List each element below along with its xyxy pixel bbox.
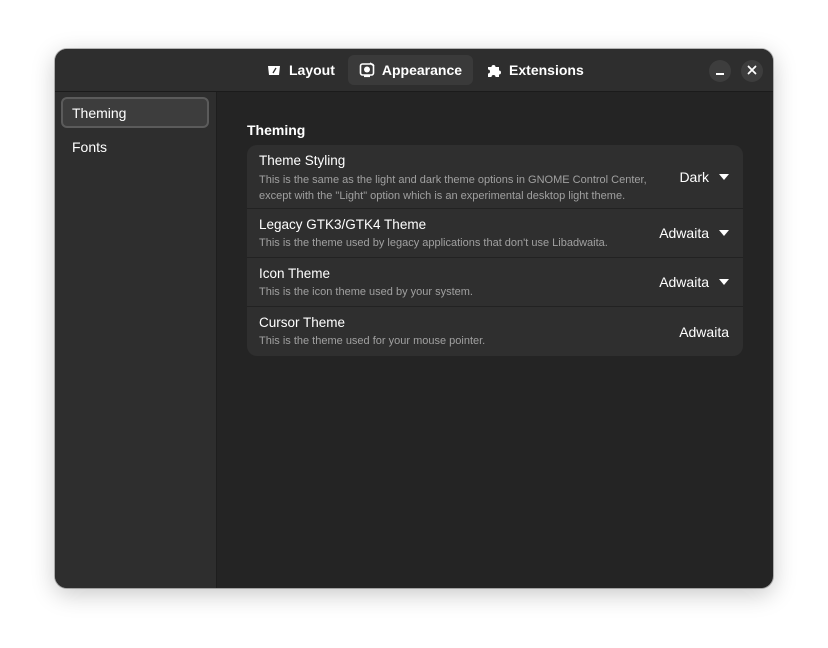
- layout-icon: [266, 62, 282, 78]
- close-button[interactable]: [741, 60, 763, 82]
- icon-theme-dropdown[interactable]: Adwaita: [659, 274, 729, 290]
- cursor-theme-value: Adwaita: [679, 324, 729, 340]
- chevron-down-icon: [719, 279, 729, 285]
- row-title: Theme Styling: [259, 153, 346, 168]
- tab-appearance-label: Appearance: [381, 62, 463, 78]
- sidebar-item-label: Fonts: [72, 138, 108, 155]
- minimize-button[interactable]: [709, 60, 731, 82]
- dropdown-value: Adwaita: [659, 225, 709, 241]
- theme-styling-dropdown[interactable]: Dark: [679, 169, 729, 185]
- appearance-icon: [359, 62, 375, 78]
- tab-layout[interactable]: Layout: [255, 55, 346, 85]
- minimize-icon: [716, 73, 724, 75]
- chevron-down-icon: [719, 173, 729, 180]
- row-theme-styling[interactable]: Theme Styling This is the same as the li…: [247, 145, 743, 209]
- legacy-theme-dropdown[interactable]: Adwaita: [659, 225, 729, 241]
- tab-extensions-label: Extensions: [509, 62, 584, 78]
- sidebar-item-label: Theming: [72, 104, 127, 121]
- tab-extensions[interactable]: Extensions: [475, 55, 595, 85]
- row-subtitle: This is the same as the light and dark t…: [259, 172, 743, 204]
- headerbar: Layout Appearance Extensions: [55, 49, 773, 92]
- dropdown-value: Dark: [679, 168, 709, 185]
- row-subtitle-line: except with the "Light" option which is …: [259, 190, 626, 202]
- puzzle-icon: [486, 62, 502, 78]
- dropdown-value: Adwaita: [659, 274, 709, 290]
- row-subtitle: This is the theme used for your mouse po…: [259, 335, 486, 347]
- row-legacy-theme[interactable]: Legacy GTK3/GTK4 Theme This is the theme…: [247, 209, 743, 258]
- sidebar-item-fonts[interactable]: Fonts: [61, 131, 209, 162]
- app-window: Layout Appearance Extensions Theming Fon…: [55, 49, 773, 588]
- close-icon: [747, 62, 757, 80]
- settings-list: Theme Styling This is the same as the li…: [247, 145, 743, 356]
- row-value: Adwaita: [679, 323, 729, 340]
- view-switcher: Layout Appearance Extensions: [255, 55, 595, 85]
- sidebar: Theming Fonts: [55, 92, 217, 588]
- tab-appearance[interactable]: Appearance: [347, 55, 474, 85]
- chevron-down-icon: [719, 230, 729, 236]
- row-subtitle-line: This is the same as the light and dark t…: [259, 174, 647, 186]
- sidebar-item-theming[interactable]: Theming: [61, 97, 209, 128]
- row-icon-theme[interactable]: Icon Theme This is the icon theme used b…: [247, 258, 743, 307]
- row-title: Cursor Theme: [259, 315, 346, 330]
- section-title: Theming: [247, 122, 306, 138]
- row-cursor-theme: Cursor Theme This is the theme used for …: [247, 307, 743, 356]
- tab-layout-label: Layout: [289, 62, 335, 78]
